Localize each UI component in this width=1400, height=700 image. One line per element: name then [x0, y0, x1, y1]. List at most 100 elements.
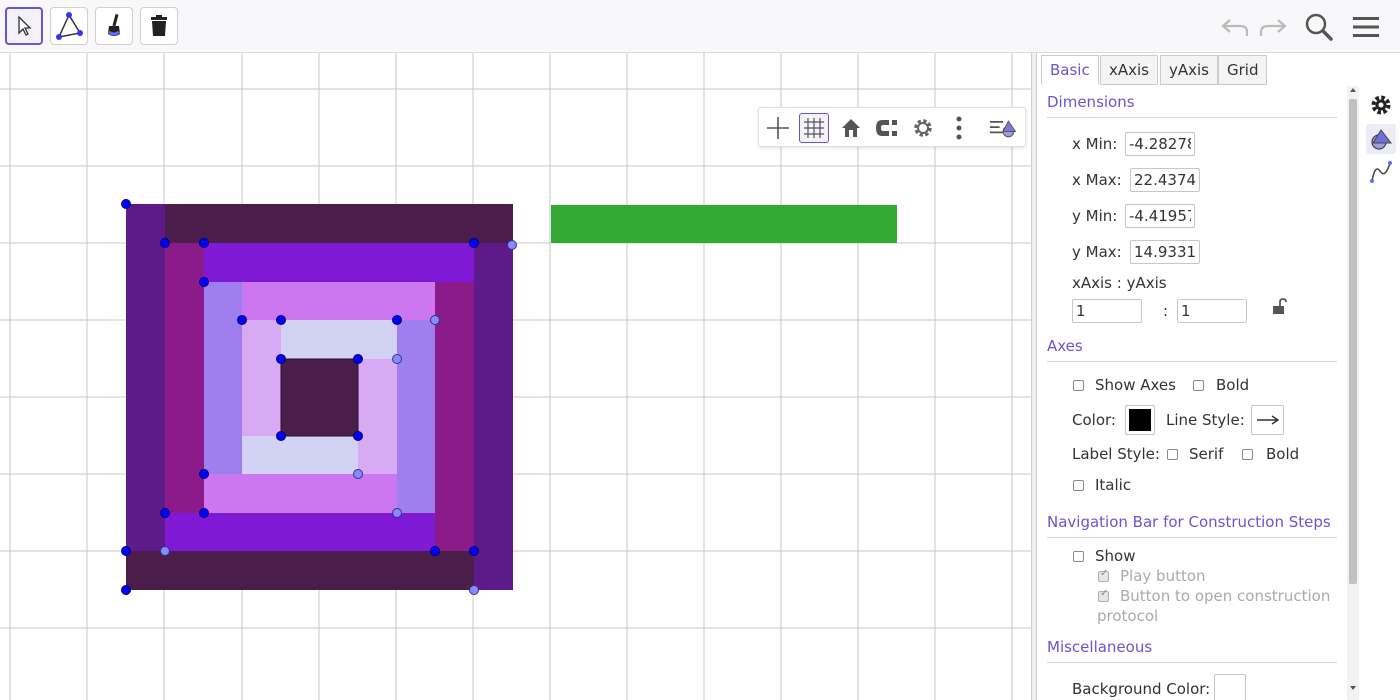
polygon-tool-button[interactable] [50, 7, 88, 45]
graphics-view[interactable] [0, 53, 1031, 700]
search-button[interactable] [1302, 10, 1336, 44]
graphics-canvas[interactable] [0, 53, 1031, 700]
free-point[interactable] [121, 585, 131, 595]
outer-right-strip[interactable] [474, 243, 513, 590]
free-point[interactable] [160, 238, 170, 248]
layer3-bottom-strip[interactable] [204, 474, 397, 513]
y-min-field[interactable] [1125, 204, 1195, 228]
home-icon [842, 119, 860, 137]
free-point[interactable] [430, 546, 440, 556]
home-button[interactable] [836, 113, 866, 143]
algebra-view-button[interactable] [1366, 157, 1396, 187]
free-point[interactable] [199, 508, 209, 518]
nav-show-checkbox[interactable] [1073, 551, 1084, 562]
background-color-button[interactable] [1214, 674, 1246, 700]
show-axes-label: Show Axes [1095, 376, 1176, 394]
panel-scrollbar-thumb[interactable] [1349, 99, 1357, 584]
x-max-field[interactable] [1130, 168, 1200, 192]
free-point[interactable] [392, 315, 402, 325]
triangle-points-icon [56, 12, 83, 40]
undo-button[interactable] [1218, 10, 1252, 44]
layer2-right-strip[interactable] [435, 282, 474, 551]
line-style-button[interactable] [1251, 405, 1284, 435]
label-bold-checkbox[interactable] [1242, 449, 1253, 460]
serif-label: Serif [1189, 445, 1224, 463]
move-tool-button[interactable] [5, 7, 43, 45]
redo-button[interactable] [1256, 10, 1290, 44]
graphics-view-button[interactable] [1366, 124, 1396, 154]
free-point[interactable] [276, 354, 286, 364]
scroll-down-icon[interactable] [1349, 684, 1357, 692]
dependent-point[interactable] [392, 354, 402, 364]
layer3-right-strip[interactable] [397, 320, 435, 513]
dependent-point[interactable] [353, 469, 363, 479]
dependent-point[interactable] [430, 315, 440, 325]
x-min-field[interactable] [1125, 132, 1195, 156]
layer2-bottom-strip[interactable] [165, 513, 435, 551]
line-style-label: Line Style: [1166, 411, 1245, 429]
dependent-point[interactable] [392, 508, 402, 518]
layer2-top-strip[interactable] [204, 243, 474, 282]
free-point[interactable] [199, 277, 209, 287]
outer-top-strip[interactable] [165, 204, 513, 243]
tab-basic[interactable]: Basic [1041, 55, 1099, 85]
open-protocol-label-line2: protocol [1097, 607, 1159, 625]
tab-grid[interactable]: Grid [1218, 55, 1268, 85]
green-bar[interactable] [551, 205, 897, 243]
free-point[interactable] [353, 431, 363, 441]
label-style-label: Label Style: [1072, 445, 1160, 463]
dependent-point[interactable] [507, 240, 517, 250]
free-point[interactable] [353, 354, 363, 364]
layer4-top-strip[interactable] [281, 320, 397, 359]
layer4-right-strip[interactable] [358, 359, 397, 474]
layer3-top-strip[interactable] [242, 282, 435, 320]
free-point[interactable] [199, 238, 209, 248]
main-menu-button[interactable] [1349, 10, 1383, 44]
axes-bold-label: Bold [1216, 376, 1250, 394]
paint-brush-icon [108, 13, 120, 36]
layer4-left-strip[interactable] [242, 320, 281, 436]
free-point[interactable] [469, 546, 479, 556]
free-point[interactable] [121, 546, 131, 556]
free-point[interactable] [276, 431, 286, 441]
toggle-style-bar-button[interactable] [989, 113, 1019, 143]
layer2-left-strip[interactable] [165, 243, 204, 513]
delete-tool-button[interactable] [140, 7, 178, 45]
free-point[interactable] [121, 199, 131, 209]
outer-bottom-strip[interactable] [126, 551, 474, 590]
graphics-settings-button[interactable] [1366, 90, 1396, 120]
free-point[interactable] [469, 238, 479, 248]
free-point[interactable] [160, 508, 170, 518]
layer3-left-strip[interactable] [204, 282, 242, 474]
serif-checkbox[interactable] [1167, 449, 1178, 460]
axes-toggle-button[interactable] [763, 113, 793, 143]
y-axis-ratio-field[interactable] [1177, 299, 1247, 323]
undo-icon [1221, 19, 1249, 36]
axes-color-button[interactable] [1125, 405, 1155, 435]
tab-xaxis[interactable]: xAxis [1100, 55, 1158, 85]
show-axes-checkbox[interactable] [1073, 380, 1084, 391]
ratio-lock-button[interactable] [1271, 298, 1287, 318]
style-brush-tool-button[interactable] [95, 7, 133, 45]
free-point[interactable] [237, 315, 247, 325]
axes-color-swatch [1129, 409, 1151, 431]
point-capture-button[interactable] [872, 113, 902, 143]
center-square[interactable] [280, 358, 359, 437]
dependent-point[interactable] [469, 585, 479, 595]
outer-left-strip[interactable] [126, 204, 165, 551]
dependent-point[interactable] [160, 546, 170, 556]
grid-toggle-button[interactable] [799, 113, 829, 143]
layer4-bottom-strip[interactable] [242, 436, 358, 474]
y-max-field[interactable] [1130, 240, 1200, 264]
free-point[interactable] [276, 315, 286, 325]
settings-button[interactable] [908, 113, 938, 143]
x-axis-ratio-field[interactable] [1072, 299, 1142, 323]
background-color-label: Background Color: [1072, 680, 1211, 698]
axes-bold-checkbox[interactable] [1193, 380, 1204, 391]
free-point[interactable] [199, 469, 209, 479]
more-options-button[interactable] [944, 113, 974, 143]
scroll-up-icon[interactable] [1349, 86, 1357, 94]
tab-yaxis[interactable]: yAxis [1160, 55, 1218, 85]
play-button-label: Play button [1120, 567, 1206, 585]
italic-checkbox[interactable] [1073, 480, 1084, 491]
